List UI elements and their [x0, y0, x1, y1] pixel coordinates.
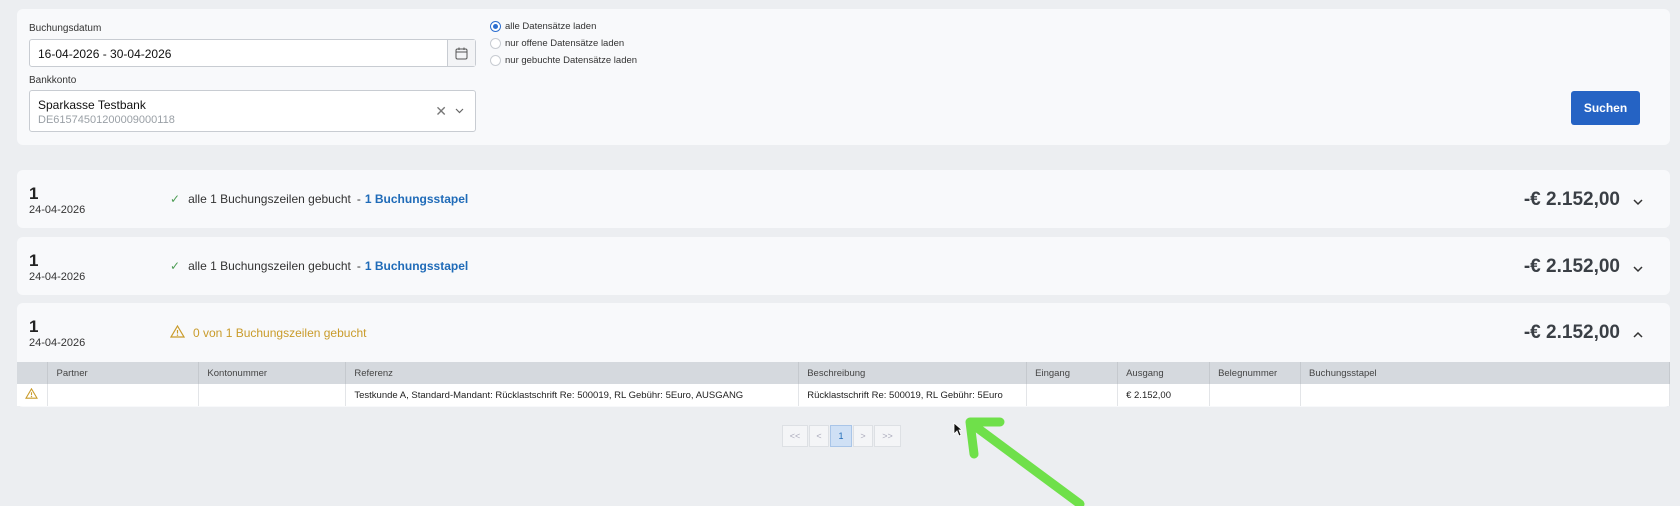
table-row[interactable]: Testkunde A, Standard-Mandant: Rücklasts…	[17, 384, 1670, 406]
column-header[interactable]: Beschreibung	[798, 362, 1028, 384]
radio-button[interactable]	[490, 55, 501, 66]
cell-belegnummer	[1209, 384, 1302, 406]
column-header[interactable]: Belegnummer	[1209, 362, 1302, 384]
status-separator: -	[356, 192, 361, 206]
batch-count: 1	[29, 251, 39, 270]
booking-date-input[interactable]: 16-04-2026 - 30-04-2026	[29, 39, 476, 67]
chevron-down-icon[interactable]	[1632, 262, 1644, 280]
booking-batch[interactable]: 1 24-04-2026 ✓ alle 1 Buchungszeilen geb…	[17, 170, 1670, 228]
batch-status: 0 von 1 Buchungszeilen gebucht	[169, 324, 367, 341]
batch-status: ✓ alle 1 Buchungszeilen gebucht - 1 Buch…	[170, 259, 468, 273]
prev-page-button[interactable]: <	[809, 425, 829, 447]
chevron-up-icon[interactable]	[1632, 328, 1644, 346]
page-button-current[interactable]: 1	[830, 425, 852, 447]
radio-button[interactable]	[490, 38, 501, 49]
batch-amount: -€ 2.152,00	[1523, 322, 1620, 343]
column-header[interactable]: Eingang	[1026, 362, 1119, 384]
pagination: << < 1 > >>	[782, 425, 902, 447]
column-header[interactable]: Kontonummer	[198, 362, 347, 384]
next-page-button[interactable]: >	[853, 425, 873, 447]
batch-status: ✓ alle 1 Buchungszeilen gebucht - 1 Buch…	[170, 192, 468, 206]
chevron-down-icon[interactable]	[454, 103, 465, 121]
column-header[interactable]: Partner	[47, 362, 200, 384]
cell-eingang	[1026, 384, 1119, 406]
radio-open-records[interactable]: nur offene Datensätze laden	[490, 38, 624, 49]
cell-buchungsstapel	[1300, 384, 1670, 406]
status-text: alle 1 Buchungszeilen gebucht	[188, 259, 351, 273]
status-text: 0 von 1 Buchungszeilen gebucht	[193, 326, 367, 340]
batch-stack-link[interactable]: 1 Buchungsstapel	[365, 259, 468, 273]
cell-partner	[47, 384, 200, 406]
booking-date-value: 16-04-2026 - 30-04-2026	[38, 47, 172, 61]
batch-amount: -€ 2.152,00	[1523, 256, 1620, 277]
cell-beschreibung: Rücklastschrift Re: 500019, RL Gebühr: 5…	[798, 384, 1028, 406]
batch-count: 1	[29, 317, 39, 336]
status-separator: -	[356, 259, 361, 273]
cell-kontonummer	[198, 384, 347, 406]
radio-label: alle Datensätze laden	[505, 21, 597, 32]
batch-date: 24-04-2026	[29, 271, 86, 283]
batch-amount: -€ 2.152,00	[1523, 189, 1620, 210]
radio-label: nur gebuchte Datensätze laden	[505, 55, 638, 66]
first-page-button[interactable]: <<	[782, 425, 808, 447]
warning-icon	[25, 387, 38, 399]
annotation-arrow-icon	[965, 417, 1085, 506]
radio-label: nur offene Datensätze laden	[505, 38, 625, 49]
row-warning-cell	[17, 384, 49, 406]
cell-referenz: Testkunde A, Standard-Mandant: Rücklasts…	[345, 384, 800, 406]
column-header[interactable]: Buchungsstapel	[1300, 362, 1670, 384]
calendar-icon[interactable]	[447, 40, 475, 66]
booking-date-label: Buchungsdatum	[29, 23, 102, 34]
column-header	[17, 362, 49, 384]
check-icon: ✓	[170, 259, 181, 273]
chevron-down-icon[interactable]	[1632, 195, 1644, 213]
batch-stack-link[interactable]: 1 Buchungsstapel	[365, 192, 468, 206]
cell-ausgang: € 2.152,00	[1117, 384, 1211, 406]
radio-button[interactable]	[490, 21, 501, 32]
column-header[interactable]: Ausgang	[1117, 362, 1211, 384]
batch-count: 1	[29, 184, 39, 203]
clear-icon[interactable]: ✕	[435, 103, 447, 120]
column-header[interactable]: Referenz	[345, 362, 800, 384]
bank-iban: DE61574501200009000118	[38, 114, 175, 126]
check-icon: ✓	[170, 192, 181, 206]
batch-date: 24-04-2026	[29, 337, 86, 349]
search-button[interactable]: Suchen	[1571, 91, 1640, 125]
last-page-button[interactable]: >>	[874, 425, 901, 447]
bank-name: Sparkasse Testbank	[38, 98, 146, 112]
filter-panel: Buchungsdatum 16-04-2026 - 30-04-2026 Ba…	[17, 9, 1670, 145]
bank-account-label: Bankkonto	[29, 75, 77, 86]
batch-date: 24-04-2026	[29, 204, 86, 216]
bank-account-select[interactable]: Sparkasse Testbank DE6157450120000900011…	[29, 90, 476, 132]
warning-icon	[169, 324, 186, 341]
radio-booked-records[interactable]: nur gebuchte Datensätze laden	[490, 55, 637, 66]
status-text: alle 1 Buchungszeilen gebucht	[188, 192, 351, 206]
radio-all-records[interactable]: alle Datensätze laden	[490, 21, 596, 32]
booking-batch[interactable]: 1 24-04-2026 ✓ alle 1 Buchungszeilen geb…	[17, 237, 1670, 295]
table-header-row: Partner Kontonummer Referenz Beschreibun…	[17, 362, 1670, 384]
booking-lines-table: Partner Kontonummer Referenz Beschreibun…	[17, 362, 1670, 406]
